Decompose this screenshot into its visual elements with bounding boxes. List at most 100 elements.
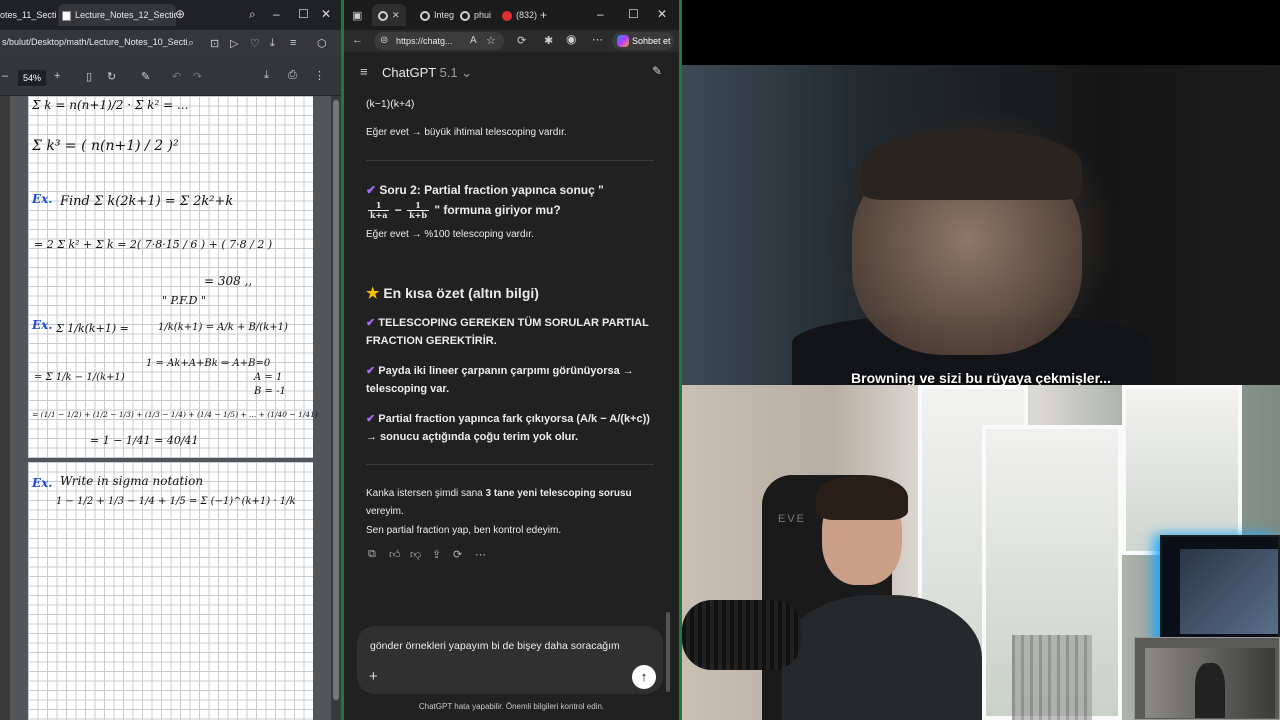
more-icon[interactable]: ⋮	[314, 69, 325, 82]
regenerate-icon[interactable]: ⟳	[453, 548, 462, 561]
maximize-icon[interactable]: ☐	[298, 7, 309, 21]
video-frame: Browning ve sizi bu rüyaya çekmişler...	[682, 65, 1280, 386]
sidebar-strip	[0, 96, 10, 720]
scrollbar-thumb[interactable]	[666, 612, 670, 692]
text-run-bold: 3 tane yeni telescoping sorusu	[485, 488, 632, 499]
disclaimer: ChatGPT hata yapabilir. Önemli bilgileri…	[418, 702, 605, 711]
tab-lecture-notes-11[interactable]: otes_11_Section✕	[0, 4, 56, 26]
scrollbar[interactable]	[331, 96, 341, 720]
annotate-icon[interactable]: ✎	[141, 70, 150, 83]
send-button[interactable]: ↑	[632, 665, 656, 689]
question-text: " formuna giriyor mu?	[434, 203, 561, 217]
close-icon[interactable]: ✕	[392, 10, 400, 20]
video-player[interactable]: Browning ve sizi bu rüyaya çekmişler...	[682, 0, 1280, 386]
edge-browser-window: ▣ ✕ Integ phui (832) + – ☐ ✕ ← ⊜ https:/…	[341, 0, 682, 720]
handwritten-line: 1 = Ak+A+Bk ⇒ A+B=0	[146, 358, 271, 369]
address-bar[interactable]: s/bulut/Desktop/math/Lecture_Notes_10_Se…	[0, 30, 341, 58]
monitor-screen	[1180, 549, 1278, 634]
scrollbar[interactable]	[666, 132, 670, 692]
back-icon[interactable]: ←	[352, 34, 363, 46]
example-label: Ex.	[32, 192, 53, 206]
handwritten-line: = 308 ,,	[204, 274, 253, 288]
share-icon[interactable]: ⊡	[210, 37, 219, 50]
maximize-icon[interactable]: ☐	[628, 7, 639, 21]
close-window-icon[interactable]: ✕	[657, 7, 667, 21]
new-tab-icon[interactable]: ⊕	[175, 7, 185, 21]
copilot-button[interactable]: Sohbet et	[612, 32, 674, 50]
address-bar[interactable]: ⊜ https://chatg... A ☆	[374, 32, 504, 50]
read-aloud-icon[interactable]: A	[470, 35, 477, 46]
tab-integral[interactable]: Integ	[420, 4, 454, 26]
example-label: Ex.	[32, 318, 53, 332]
copy-icon[interactable]: ⧉	[368, 548, 376, 561]
tab-label: Integ	[434, 10, 455, 20]
search-icon[interactable]: ⌕	[188, 37, 194, 50]
menu-icon[interactable]: ≡	[290, 37, 296, 49]
message-text: Eğer evet → büyük ihtimal telescoping va…	[366, 127, 567, 138]
model-selector[interactable]: ChatGPT 5.1 ⌄	[382, 65, 472, 81]
more-icon[interactable]: ⋯	[475, 548, 486, 561]
check-icon: ✔	[366, 183, 377, 197]
close-window-icon[interactable]: ✕	[321, 7, 331, 21]
handwritten-line: = 1 − 1/41 = 40/41	[90, 434, 199, 447]
profile-icon[interactable]: ◉	[566, 32, 576, 46]
zoom-in-icon[interactable]: +	[54, 70, 60, 82]
more-icon[interactable]: ⋯	[592, 33, 603, 46]
extension-icon[interactable]: ⬡	[317, 37, 327, 50]
video-figure-hair	[862, 130, 1082, 200]
share-icon[interactable]: ⇪	[432, 548, 441, 561]
message-text: Eğer evet → %100 telescoping vardır.	[366, 229, 534, 240]
play-icon[interactable]: ▷	[230, 37, 238, 50]
tab-phui[interactable]: phui	[460, 4, 491, 26]
pdf-file-icon	[62, 10, 71, 21]
handwritten-line: B = -1	[254, 386, 286, 397]
extensions-icon[interactable]: ✱	[544, 34, 553, 47]
scrollbar-thumb[interactable]	[333, 100, 339, 700]
handwritten-line: = (1/1 − 1/2) + (1/2 − 1/3) + (1/3 − 1/4…	[32, 410, 318, 419]
minimize-icon[interactable]: –	[273, 7, 280, 21]
new-chat-icon[interactable]: ✎	[652, 64, 662, 78]
search-tabs-icon[interactable]: ⌕	[249, 7, 256, 22]
check-icon: ✔	[366, 317, 376, 329]
composer-input[interactable]: gönder örnekleri yapayım bi de bişey dah…	[370, 640, 620, 652]
print-icon[interactable]: ⎙	[288, 69, 297, 82]
summary-heading: ★ En kısa özet (altın bilgi)	[366, 284, 656, 303]
bullet-text: Payda iki lineer çarpanın çarpımı görünü…	[366, 365, 634, 395]
new-tab-icon[interactable]: +	[540, 8, 547, 22]
message-composer[interactable]: gönder örnekleri yapayım bi de bişey dah…	[357, 626, 663, 694]
chatgpt-icon	[378, 10, 388, 21]
handwritten-line: Write in sigma notation	[60, 474, 204, 488]
fit-page-icon[interactable]: ▯	[86, 70, 92, 83]
pip-person	[1195, 663, 1225, 718]
undo-icon[interactable]: ↶	[172, 70, 181, 83]
add-attachment-icon[interactable]: +	[369, 668, 378, 685]
favorite-icon[interactable]: ☆	[486, 34, 496, 47]
download-icon[interactable]: ⤓	[264, 69, 269, 82]
thumbs-down-icon[interactable]: 👎︎	[410, 548, 421, 561]
zoom-out-icon[interactable]: –	[2, 70, 8, 82]
url-text: https://chatg...	[396, 36, 453, 46]
pdf-browser-window: otes_11_Section✕ Lecture_Notes_12_Sectio…	[0, 0, 341, 720]
chatgpt-icon	[460, 10, 470, 21]
tab-label: Lecture_Notes_12_Section	[75, 10, 176, 20]
minimize-icon[interactable]: –	[597, 7, 604, 21]
rotate-icon[interactable]: ↻	[107, 70, 116, 83]
download-icon[interactable]: ⤓	[270, 37, 275, 50]
check-icon: ✔	[366, 365, 376, 377]
tab-lecture-notes-12[interactable]: Lecture_Notes_12_Section✕	[58, 4, 176, 26]
sidebar-toggle-icon[interactable]: ≡	[360, 64, 368, 79]
zoom-level[interactable]: 54%	[18, 70, 46, 86]
refresh-icon[interactable]: ⟳	[517, 34, 526, 47]
redo-icon[interactable]: ↷	[193, 70, 202, 83]
example-label: Ex.	[32, 476, 53, 490]
handwritten-line: = Σ 1/k − 1/(k+1)	[34, 372, 125, 383]
divider	[366, 464, 654, 465]
tab-chatgpt[interactable]: ✕	[372, 4, 406, 26]
tab-youtube[interactable]: (832)	[502, 4, 537, 26]
favorite-icon[interactable]: ♡	[250, 37, 260, 50]
thumbs-up-icon[interactable]: 👍︎	[389, 548, 401, 561]
tab-actions-icon[interactable]: ▣	[352, 9, 362, 22]
site-info-icon[interactable]: ⊜	[380, 35, 388, 46]
monitor	[1160, 535, 1280, 645]
pdf-viewport[interactable]: Σ k = n(n+1)/2 · Σ k² = ... Σ k³ = ( n(n…	[0, 96, 341, 720]
